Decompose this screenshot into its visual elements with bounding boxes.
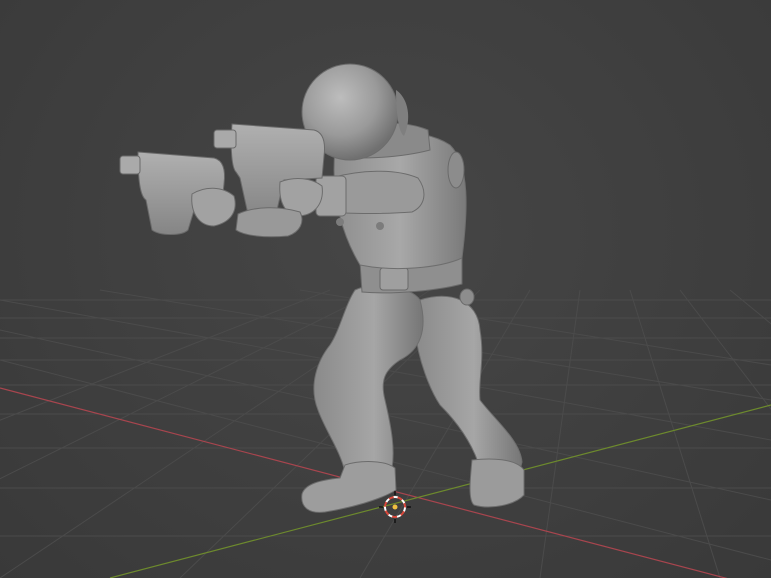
- y-axis-line: [109, 404, 771, 578]
- sculpted-figure[interactable]: [119, 63, 525, 513]
- viewport-canvas[interactable]: [0, 0, 771, 578]
- 3d-viewport[interactable]: [0, 0, 771, 578]
